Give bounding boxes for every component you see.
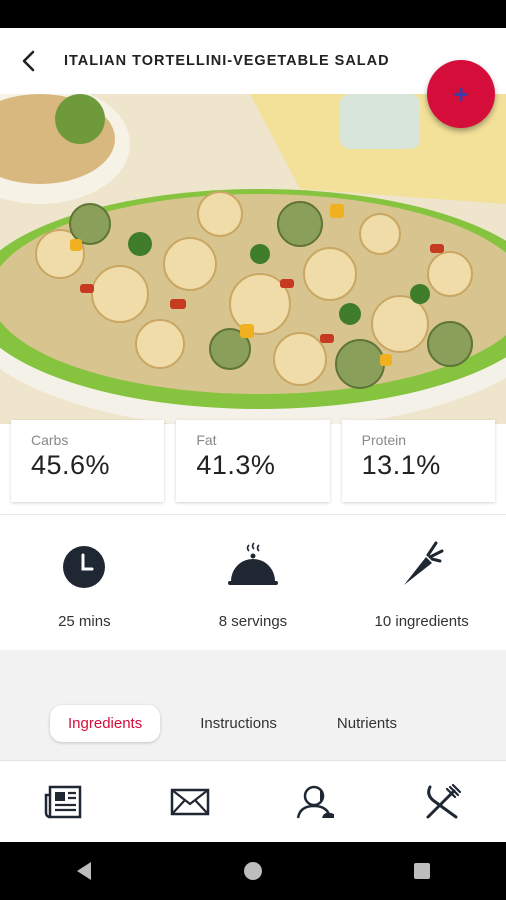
home-circle-icon[interactable] [243, 861, 263, 881]
macro-value: 13.1% [361, 450, 441, 480]
back-button[interactable] [0, 28, 58, 94]
macro-label: Protein [361, 432, 407, 448]
macro-summary: Carbs 45.6% Fat 41.3% Protein 13.1% [0, 420, 506, 514]
add-to-plan-button[interactable]: + [427, 60, 495, 128]
recipe-photo [0, 94, 506, 424]
nav-item-profile[interactable] [276, 772, 356, 832]
stat-servings-label: 8 servings [218, 613, 288, 630]
macro-label: Carbs [31, 432, 69, 448]
stat-servings: 8 servings [173, 515, 333, 651]
macro-card-fat: Fat 41.3% [176, 420, 330, 502]
tab-nutrients[interactable]: Nutrients [337, 715, 397, 732]
stat-ingredients-label: 10 ingredients [374, 613, 469, 630]
system-navigation-bar [0, 842, 506, 900]
stat-ingredients: 10 ingredients [342, 515, 502, 651]
status-bar [0, 0, 506, 28]
back-triangle-icon[interactable] [75, 861, 93, 881]
clock-icon [63, 546, 106, 588]
bottom-navigation [0, 760, 506, 843]
macro-card-carbs: Carbs 45.6% [11, 420, 165, 502]
nav-item-mail[interactable] [150, 772, 230, 832]
salad-photo [0, 94, 506, 424]
newspaper-icon [45, 785, 82, 819]
tab-ingredients[interactable]: Ingredients [50, 704, 161, 742]
profile-icon [297, 785, 335, 819]
serving-cloche-icon [227, 542, 278, 585]
stat-time: 25 mins [4, 515, 164, 651]
fork-knife-icon [426, 783, 461, 819]
macro-card-protein: Protein 13.1% [341, 420, 495, 502]
carrot-icon [403, 541, 444, 585]
macro-value: 41.3% [196, 450, 276, 480]
macro-label: Fat [196, 432, 217, 448]
macro-value: 45.6% [31, 450, 111, 480]
stat-time-label: 25 mins [58, 613, 111, 630]
page-title: ITALIAN TORTELLINI-VEGETABLE SALAD [64, 53, 390, 69]
recipe-stats: 25 mins 8 servings 10 ingredients [0, 514, 506, 651]
nav-item-news[interactable] [23, 772, 103, 832]
recipe-tabs: Ingredients Instructions Nutrients [0, 700, 506, 746]
tab-instructions[interactable]: Instructions [200, 715, 277, 732]
chevron-left-icon [22, 50, 35, 72]
recents-square-icon[interactable] [413, 862, 431, 880]
nav-item-recipes[interactable] [403, 772, 483, 832]
plus-icon: + [453, 79, 469, 109]
mail-icon [170, 788, 209, 816]
